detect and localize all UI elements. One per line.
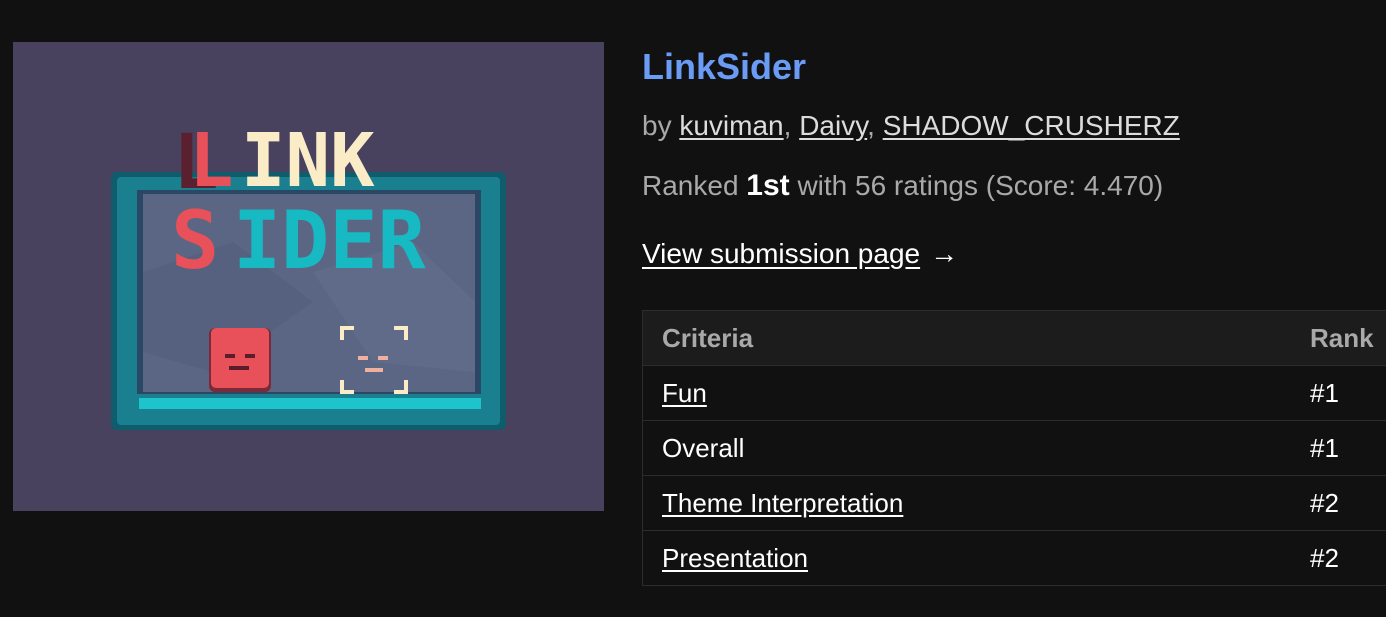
logo-ider-letters: IDER [233, 194, 426, 287]
game-info: LinkSider by kuviman, Daivy, SHADOW_CRUS… [642, 42, 1386, 274]
logo-l-letter: L [189, 118, 234, 204]
criteria-cell: Theme Interpretation [642, 475, 1310, 531]
table-row: Overall #1 [642, 420, 1386, 476]
rank-cell: #2 [1310, 475, 1386, 531]
rank-prefix: Ranked [642, 170, 739, 201]
criteria-link-fun[interactable]: Fun [662, 378, 707, 408]
criteria-link-theme-interpretation[interactable]: Theme Interpretation [662, 488, 903, 518]
criteria-table: Criteria Rank Fun #1 Overall #1 Theme In… [642, 310, 1386, 586]
game-cover-image: L L INK S IDER [13, 42, 604, 511]
criteria-cell-overall: Overall [642, 420, 1310, 476]
table-row: Fun #1 [642, 365, 1386, 421]
rank-suffix: with 56 ratings (Score: 4.470) [797, 170, 1164, 201]
by-prefix: by [642, 110, 672, 141]
rank-column-header: Rank [1310, 310, 1386, 366]
author-separator: , [867, 110, 883, 141]
criteria-link-presentation[interactable]: Presentation [662, 543, 808, 573]
logo-s-letter: S [171, 194, 219, 287]
overall-rank: 1st [746, 169, 790, 202]
author-separator: , [783, 110, 800, 141]
table-row: Presentation #2 [642, 530, 1386, 586]
view-submission-label: View submission page [642, 238, 921, 269]
criteria-column-header: Criteria [642, 310, 1310, 366]
criteria-cell: Presentation [642, 530, 1310, 586]
table-header-row: Criteria Rank [642, 310, 1386, 366]
rank-cell: #1 [1310, 420, 1386, 476]
rank-cell: #1 [1310, 365, 1386, 421]
arrow-right-icon: → [930, 238, 959, 269]
game-result-card: L L INK S IDER LinkSider by kuviman, Dai… [0, 0, 1386, 617]
author-link-daivy[interactable]: Daivy [799, 110, 867, 141]
author-link-kuviman[interactable]: kuviman [679, 110, 783, 141]
view-submission-link[interactable]: View submission page → [642, 234, 958, 274]
logo-ink-letters: INK [241, 118, 375, 204]
ranking-summary: Ranked 1st with 56 ratings (Score: 4.470… [642, 166, 1386, 206]
author-link-shadow-crusherz[interactable]: SHADOW_CRUSHERZ [883, 110, 1180, 141]
rank-cell: #2 [1310, 530, 1386, 586]
game-thumbnail[interactable]: L L INK S IDER [13, 42, 604, 511]
criteria-cell: Fun [642, 365, 1310, 421]
authors-line: by kuviman, Daivy, SHADOW_CRUSHERZ [642, 106, 1386, 146]
game-title-link[interactable]: LinkSider [642, 42, 806, 94]
table-row: Theme Interpretation #2 [642, 475, 1386, 531]
